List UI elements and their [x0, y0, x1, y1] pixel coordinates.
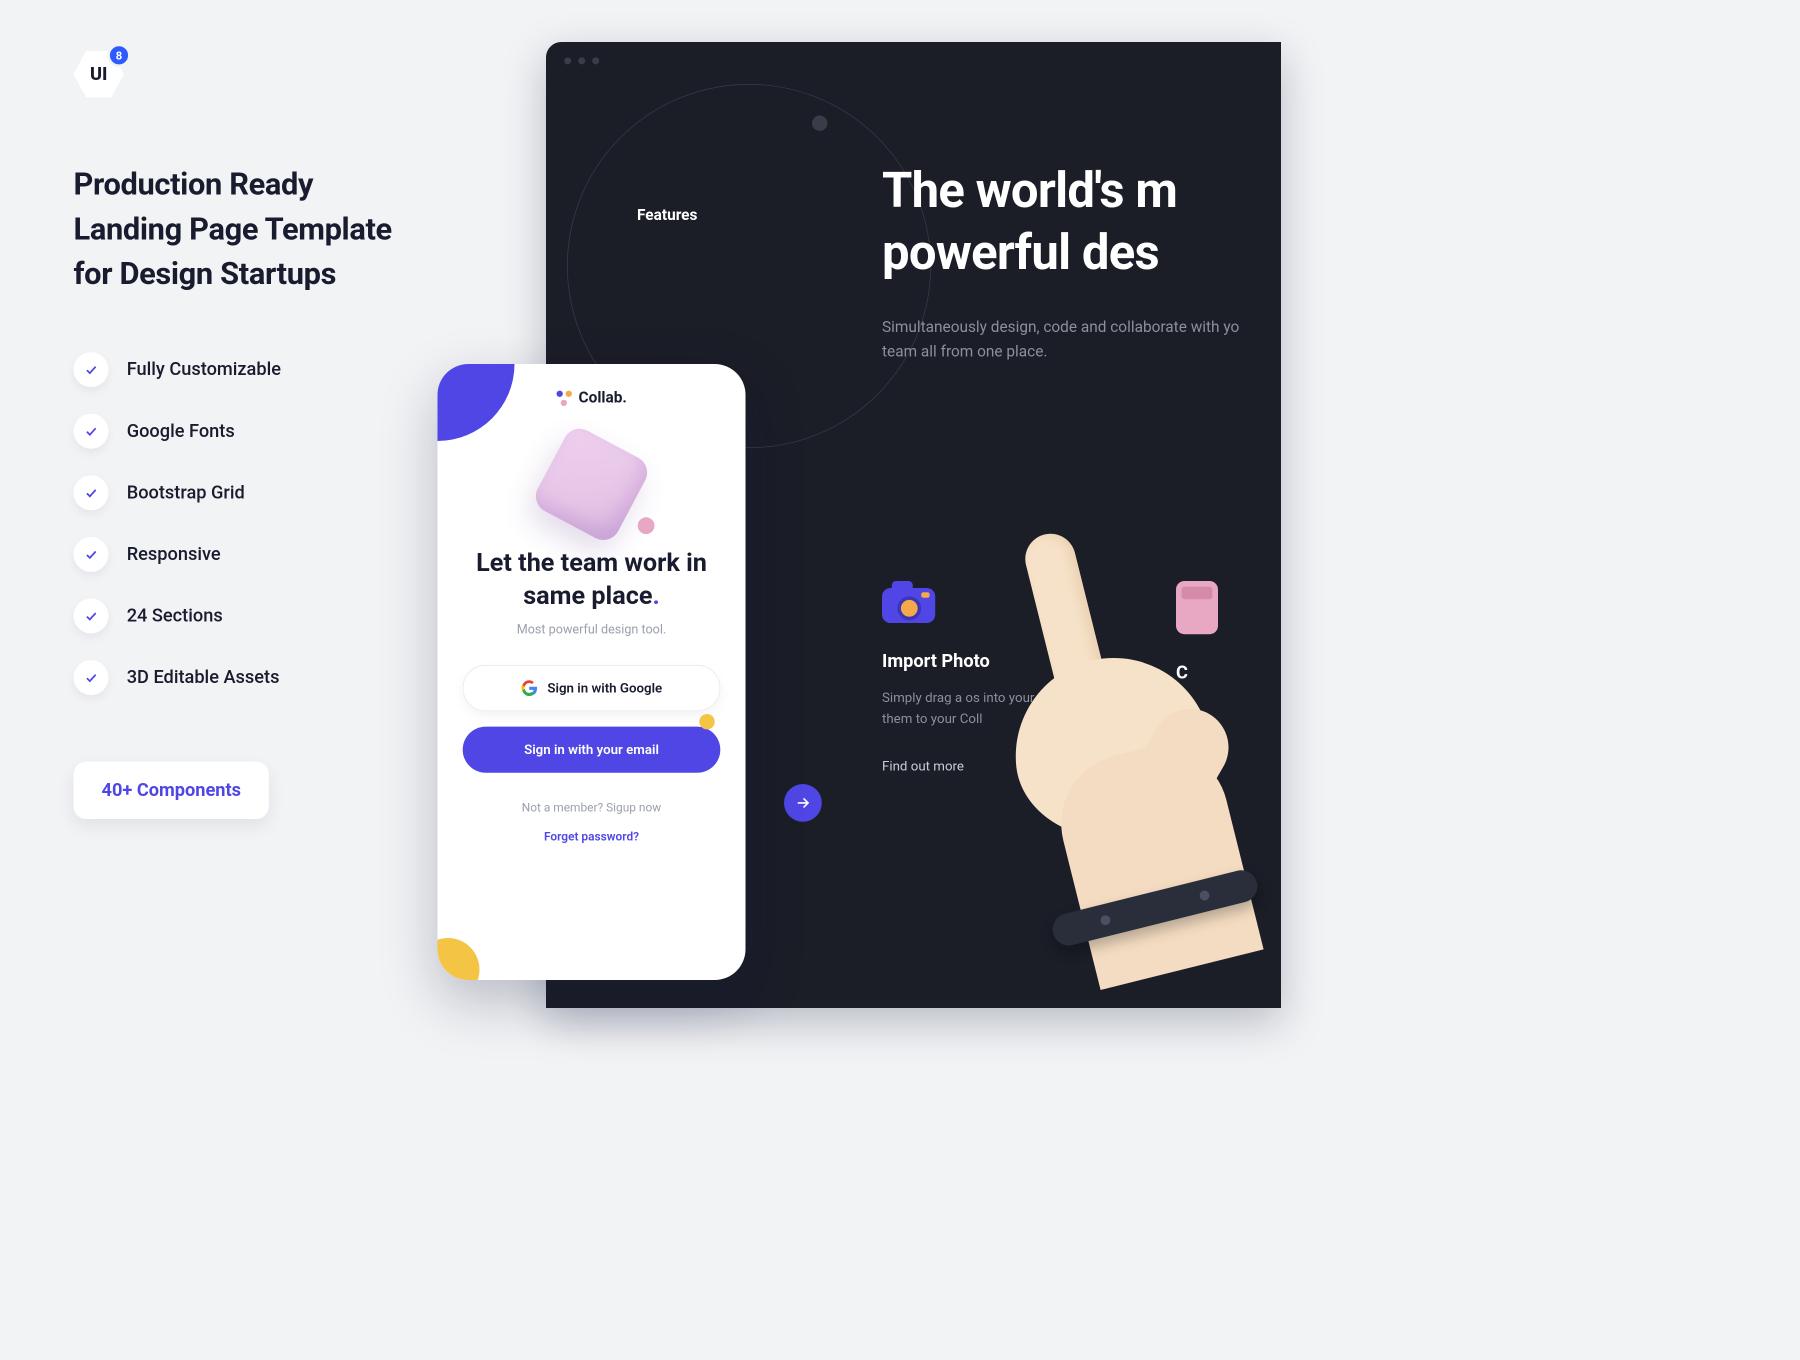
check-icon	[74, 660, 109, 695]
brand-name: Collab.	[579, 389, 627, 407]
feature-item: Google Fonts	[74, 414, 445, 449]
find-out-more-link[interactable]: Find out more	[882, 758, 1113, 774]
button-label: Sign in with Google	[547, 680, 662, 696]
feature-card-secondary: C	[1176, 581, 1281, 699]
sign-in-google-button[interactable]: Sign in with Google	[463, 665, 721, 711]
feature-item: Bootstrap Grid	[74, 476, 445, 511]
check-icon	[74, 352, 109, 387]
feature-label: Google Fonts	[127, 421, 235, 442]
google-icon	[521, 679, 538, 696]
feature-item: 3D Editable Assets	[74, 660, 445, 695]
preview-headline: The world's mpowerful des	[882, 161, 1177, 284]
feature-label: Responsive	[127, 544, 221, 565]
feature-label: 3D Editable Assets	[127, 667, 280, 688]
arrow-right-icon	[795, 795, 810, 810]
components-button[interactable]: 40+ Components	[74, 762, 270, 819]
phone-headline: Let the team work in same place.	[438, 547, 746, 613]
feature-label: Bootstrap Grid	[127, 483, 245, 504]
next-arrow-button[interactable]	[784, 784, 822, 822]
feature-list: Fully Customizable Google Fonts Bootstra…	[74, 352, 445, 695]
window-controls-icon	[564, 57, 599, 64]
card-copy: Simply drag a os into your worksp dd the…	[882, 687, 1113, 730]
page-headline: Production ReadyLanding Page Templatefor…	[74, 162, 445, 296]
feature-item: Responsive	[74, 537, 445, 572]
feature-label: 24 Sections	[127, 606, 223, 627]
decorative-dot	[812, 116, 827, 131]
card-title: C	[1176, 662, 1281, 683]
feature-label: Fully Customizable	[127, 359, 281, 380]
section-label: Features	[637, 207, 697, 225]
decorative-ball	[638, 517, 655, 534]
forgot-password-link[interactable]: Forget password?	[438, 830, 746, 844]
feature-item: 24 Sections	[74, 599, 445, 634]
sign-in-email-button[interactable]: Sign in with your email	[463, 726, 721, 772]
decorative-dot	[699, 714, 714, 729]
mobile-preview: Collab. Let the team work in same place.…	[438, 364, 746, 980]
feature-card-import-photo: Import Photo Simply drag a os into your …	[882, 581, 1113, 774]
check-icon	[74, 476, 109, 511]
feature-item: Fully Customizable	[74, 352, 445, 387]
logo: UI 8	[74, 49, 124, 99]
check-icon	[74, 414, 109, 449]
logo-badge: 8	[107, 43, 131, 67]
decorative-corner	[438, 364, 515, 441]
button-label: Sign in with your email	[524, 741, 659, 757]
check-icon	[74, 599, 109, 634]
check-icon	[74, 537, 109, 572]
phone-subtitle: Most powerful design tool.	[438, 622, 746, 637]
brand-logo-icon	[556, 390, 571, 405]
cube-icon	[530, 423, 653, 546]
card-title: Import Photo	[882, 651, 1113, 672]
camera-icon	[882, 581, 935, 623]
signup-prompt[interactable]: Not a member? Sigup now	[438, 801, 746, 815]
decorative-circle	[438, 938, 480, 980]
hero-illustration	[438, 439, 746, 530]
calculator-icon	[1176, 581, 1218, 634]
preview-subtitle: Simultaneously design, code and collabor…	[882, 315, 1274, 364]
